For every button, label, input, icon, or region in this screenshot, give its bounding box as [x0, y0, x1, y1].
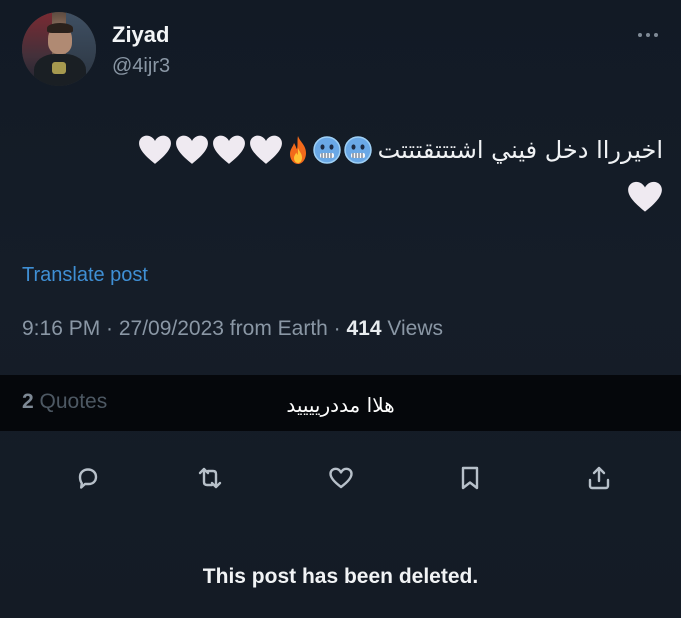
- post-timestamp[interactable]: 9:16 PM · 27/09/2023 from Earth ·: [22, 317, 347, 340]
- reply-button[interactable]: [71, 461, 105, 495]
- avatar[interactable]: [22, 12, 96, 86]
- views-label: Views: [381, 317, 444, 340]
- emoji-row: [138, 134, 372, 166]
- display-name[interactable]: Ziyad: [112, 22, 169, 48]
- retweet-button[interactable]: [193, 461, 227, 495]
- avatar-badge: [52, 62, 66, 74]
- translate-post-link[interactable]: Translate post: [22, 264, 148, 287]
- like-icon: [329, 467, 353, 489]
- reply-icon: [78, 468, 98, 489]
- user-handle[interactable]: @4ijr3: [112, 55, 170, 78]
- white-heart-icon: [249, 135, 282, 164]
- retweet-icon: [198, 467, 222, 489]
- overlay-caption: هلاا مددرييييد: [286, 393, 395, 417]
- white-heart-icon: [212, 135, 245, 164]
- post-text-line: اخيرراا دخل فيني اشتتتقتتتت: [138, 134, 663, 166]
- white-heart-icon: [138, 135, 171, 164]
- bookmark-icon: [461, 466, 479, 490]
- bookmark-button[interactable]: [453, 461, 487, 495]
- cold-face-icon: [312, 136, 341, 164]
- cold-face-icon: [343, 136, 372, 164]
- post-text: اخيرراا دخل فيني اشتتتقتتتت: [377, 136, 663, 164]
- avatar-hair: [47, 23, 73, 33]
- post-deleted-notice: This post has been deleted.: [202, 565, 479, 588]
- views-count: 414: [346, 317, 382, 340]
- post-screenshot: Ziyad @4ijr3 اخيرراا دخل فيني اشتتتقتتتت…: [0, 0, 681, 618]
- share-button[interactable]: [582, 461, 616, 495]
- share-icon: [588, 466, 610, 490]
- white-heart-icon: [175, 135, 208, 164]
- action-bar: [0, 455, 681, 499]
- more-options-icon[interactable]: [633, 30, 663, 40]
- post-metadata: 9:16 PM · 27/09/2023 from Earth · 414 Vi…: [22, 317, 443, 341]
- white-heart-icon: [628, 181, 662, 212]
- fire-icon: [289, 136, 306, 164]
- like-button[interactable]: [324, 461, 358, 495]
